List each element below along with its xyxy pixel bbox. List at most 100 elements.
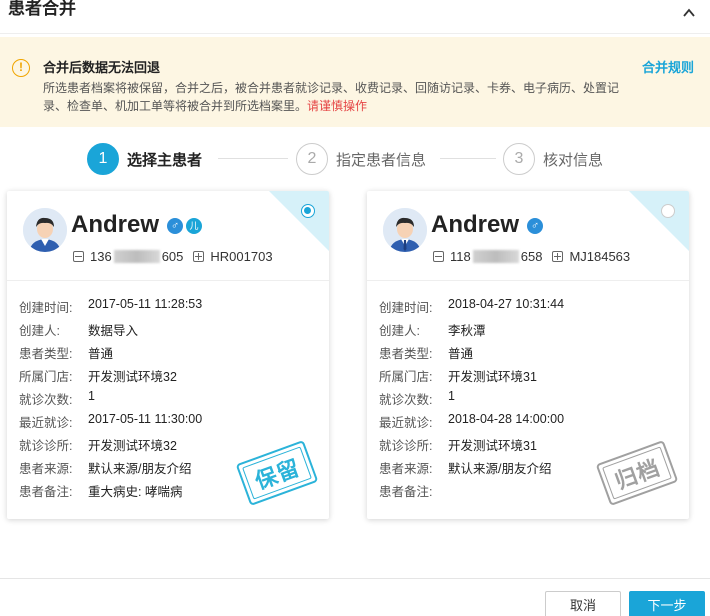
- step-1: 1 选择主患者: [87, 143, 202, 175]
- field-key: 就诊诊所:: [19, 439, 73, 453]
- step-2: 2 指定患者信息: [296, 143, 426, 175]
- field-key: 所属门店:: [379, 370, 433, 384]
- warning-text: 所选患者档案将被保留，合并之后，被合并患者就诊记录、收费记录、回随访记录、卡券、…: [43, 79, 623, 115]
- field-row: 最近就诊: 2018-04-28 14:00:00: [379, 412, 564, 435]
- record-icon: [193, 251, 205, 262]
- field-row: 就诊次数: 1: [379, 389, 564, 412]
- field-value: 默认来源/朋友介绍: [88, 462, 192, 476]
- record-number: MJ184563: [569, 249, 631, 264]
- field-key: 创建人:: [379, 324, 420, 338]
- male-icon: ♂: [167, 218, 183, 234]
- field-key: 最近就诊:: [379, 416, 433, 430]
- field-row: 患者类型: 普通: [379, 343, 564, 366]
- field-row: 就诊诊所: 开发测试环境32: [19, 435, 202, 458]
- step-3: 3 核对信息: [503, 143, 603, 175]
- field-row: 患者来源: 默认来源/朋友介绍: [379, 458, 564, 481]
- field-value: 开发测试环境31: [448, 370, 537, 384]
- step-number: 1: [87, 143, 119, 175]
- field-row: 创建时间: 2018-04-27 10:31:44: [379, 297, 564, 320]
- field-value: 2018-04-27 10:31:44: [448, 297, 565, 311]
- archive-stamp: 归档: [595, 440, 679, 506]
- field-key: 就诊次数:: [379, 393, 433, 407]
- dialog-header: 患者合并: [0, 0, 710, 34]
- field-key: 患者来源:: [379, 462, 433, 476]
- field-key: 就诊次数:: [19, 393, 73, 407]
- field-row: 创建时间: 2017-05-11 11:28:53: [19, 297, 202, 320]
- field-value: 2018-04-28 14:00:00: [448, 412, 565, 426]
- field-key: 患者类型:: [379, 347, 433, 361]
- field-row: 创建人: 李秋潭: [379, 320, 564, 343]
- phone-suffix: 658: [520, 249, 543, 264]
- field-row: 所属门店: 开发测试环境32: [19, 366, 202, 389]
- step-label: 选择主患者: [127, 151, 203, 169]
- patient-name: Andrew: [431, 211, 520, 238]
- phone-prefix: 118: [450, 249, 471, 264]
- field-row: 患者类型: 普通: [19, 343, 202, 366]
- field-value: 2017-05-11 11:28:53: [88, 297, 203, 311]
- phone-icon: [73, 251, 84, 262]
- phone-masked: [472, 250, 519, 263]
- record-icon: [552, 251, 564, 262]
- patient-card-primary[interactable]: Andrew ♂ 儿 136 605 HR001703 创建时间: 2017-05…: [7, 191, 329, 519]
- phone-suffix: 605: [161, 249, 184, 264]
- patient-name: Andrew: [71, 211, 160, 238]
- field-row: 就诊诊所: 开发测试环境31: [379, 435, 564, 458]
- field-value: 数据导入: [88, 324, 139, 338]
- field-row: 所属门店: 开发测试环境31: [379, 366, 564, 389]
- step-connector: [440, 158, 496, 159]
- patient-fields: 创建时间: 2017-05-11 11:28:53 创建人: 数据导入 患者类型: 普…: [19, 297, 202, 504]
- phone-icon: [433, 251, 444, 262]
- step-label: 核对信息: [543, 151, 604, 169]
- field-row: 创建人: 数据导入: [19, 320, 202, 343]
- field-value: 重大病史: 哮喘病: [88, 485, 183, 499]
- step-connector: [218, 158, 288, 159]
- field-value: 2017-05-11 11:30:00: [88, 412, 203, 426]
- warning-caution: 请谨慎操作: [307, 99, 368, 113]
- field-value: 李秋潭: [448, 324, 486, 338]
- field-key: 创建时间:: [19, 301, 73, 315]
- field-row: 就诊次数: 1: [19, 389, 202, 412]
- dialog-footer: 取消 下一步: [0, 578, 710, 616]
- step-number: 2: [296, 143, 328, 175]
- field-value: 1: [448, 389, 455, 403]
- cancel-button[interactable]: 取消: [545, 591, 621, 616]
- field-value: 开发测试环境32: [88, 439, 177, 453]
- field-value: 开发测试环境31: [448, 439, 537, 453]
- avatar: [23, 208, 67, 252]
- field-value: 1: [88, 389, 95, 403]
- field-key: 最近就诊:: [19, 416, 73, 430]
- field-key: 所属门店:: [19, 370, 73, 384]
- field-row: 患者备注: 重大病史: 哮喘病: [19, 481, 202, 504]
- patient-fields: 创建时间: 2018-04-27 10:31:44 创建人: 李秋潭 患者类型: 普通…: [379, 297, 564, 504]
- warning-banner: ! 合并后数据无法回退 所选患者档案将被保留，合并之后，被合并患者就诊记录、收费…: [0, 37, 710, 127]
- steps-indicator: 1 选择主患者 2 指定患者信息 3 核对信息: [0, 143, 710, 177]
- keep-stamp: 保留: [235, 440, 319, 506]
- field-row: 患者来源: 默认来源/朋友介绍: [19, 458, 202, 481]
- chevron-up-icon[interactable]: [682, 6, 696, 20]
- field-key: 就诊诊所:: [379, 439, 433, 453]
- field-key: 创建时间:: [379, 301, 433, 315]
- next-button[interactable]: 下一步: [629, 591, 705, 616]
- field-value: 开发测试环境32: [88, 370, 177, 384]
- male-icon: ♂: [527, 218, 543, 234]
- field-key: 患者备注:: [19, 485, 73, 499]
- warning-icon: !: [12, 59, 30, 77]
- child-badge: 儿: [186, 218, 202, 234]
- dialog-title: 患者合并: [8, 0, 76, 18]
- step-label: 指定患者信息: [336, 151, 427, 169]
- field-value: 默认来源/朋友介绍: [448, 462, 552, 476]
- record-number: HR001703: [210, 249, 273, 264]
- field-value: 普通: [88, 347, 114, 361]
- patient-card-secondary[interactable]: Andrew ♂ 118 658 MJ184563 创建时间: 2018-04-2…: [367, 191, 689, 519]
- field-key: 患者类型:: [19, 347, 73, 361]
- field-row: 患者备注:: [379, 481, 564, 504]
- field-key: 创建人:: [19, 324, 60, 338]
- phone-masked: [113, 250, 160, 263]
- merge-rules-link[interactable]: 合并规则: [642, 57, 694, 76]
- warning-title: 合并后数据无法回退: [43, 60, 161, 75]
- field-key: 患者备注:: [379, 485, 433, 499]
- phone-prefix: 136: [90, 249, 112, 264]
- field-key: 患者来源:: [19, 462, 73, 476]
- avatar: [383, 208, 427, 252]
- step-number: 3: [503, 143, 535, 175]
